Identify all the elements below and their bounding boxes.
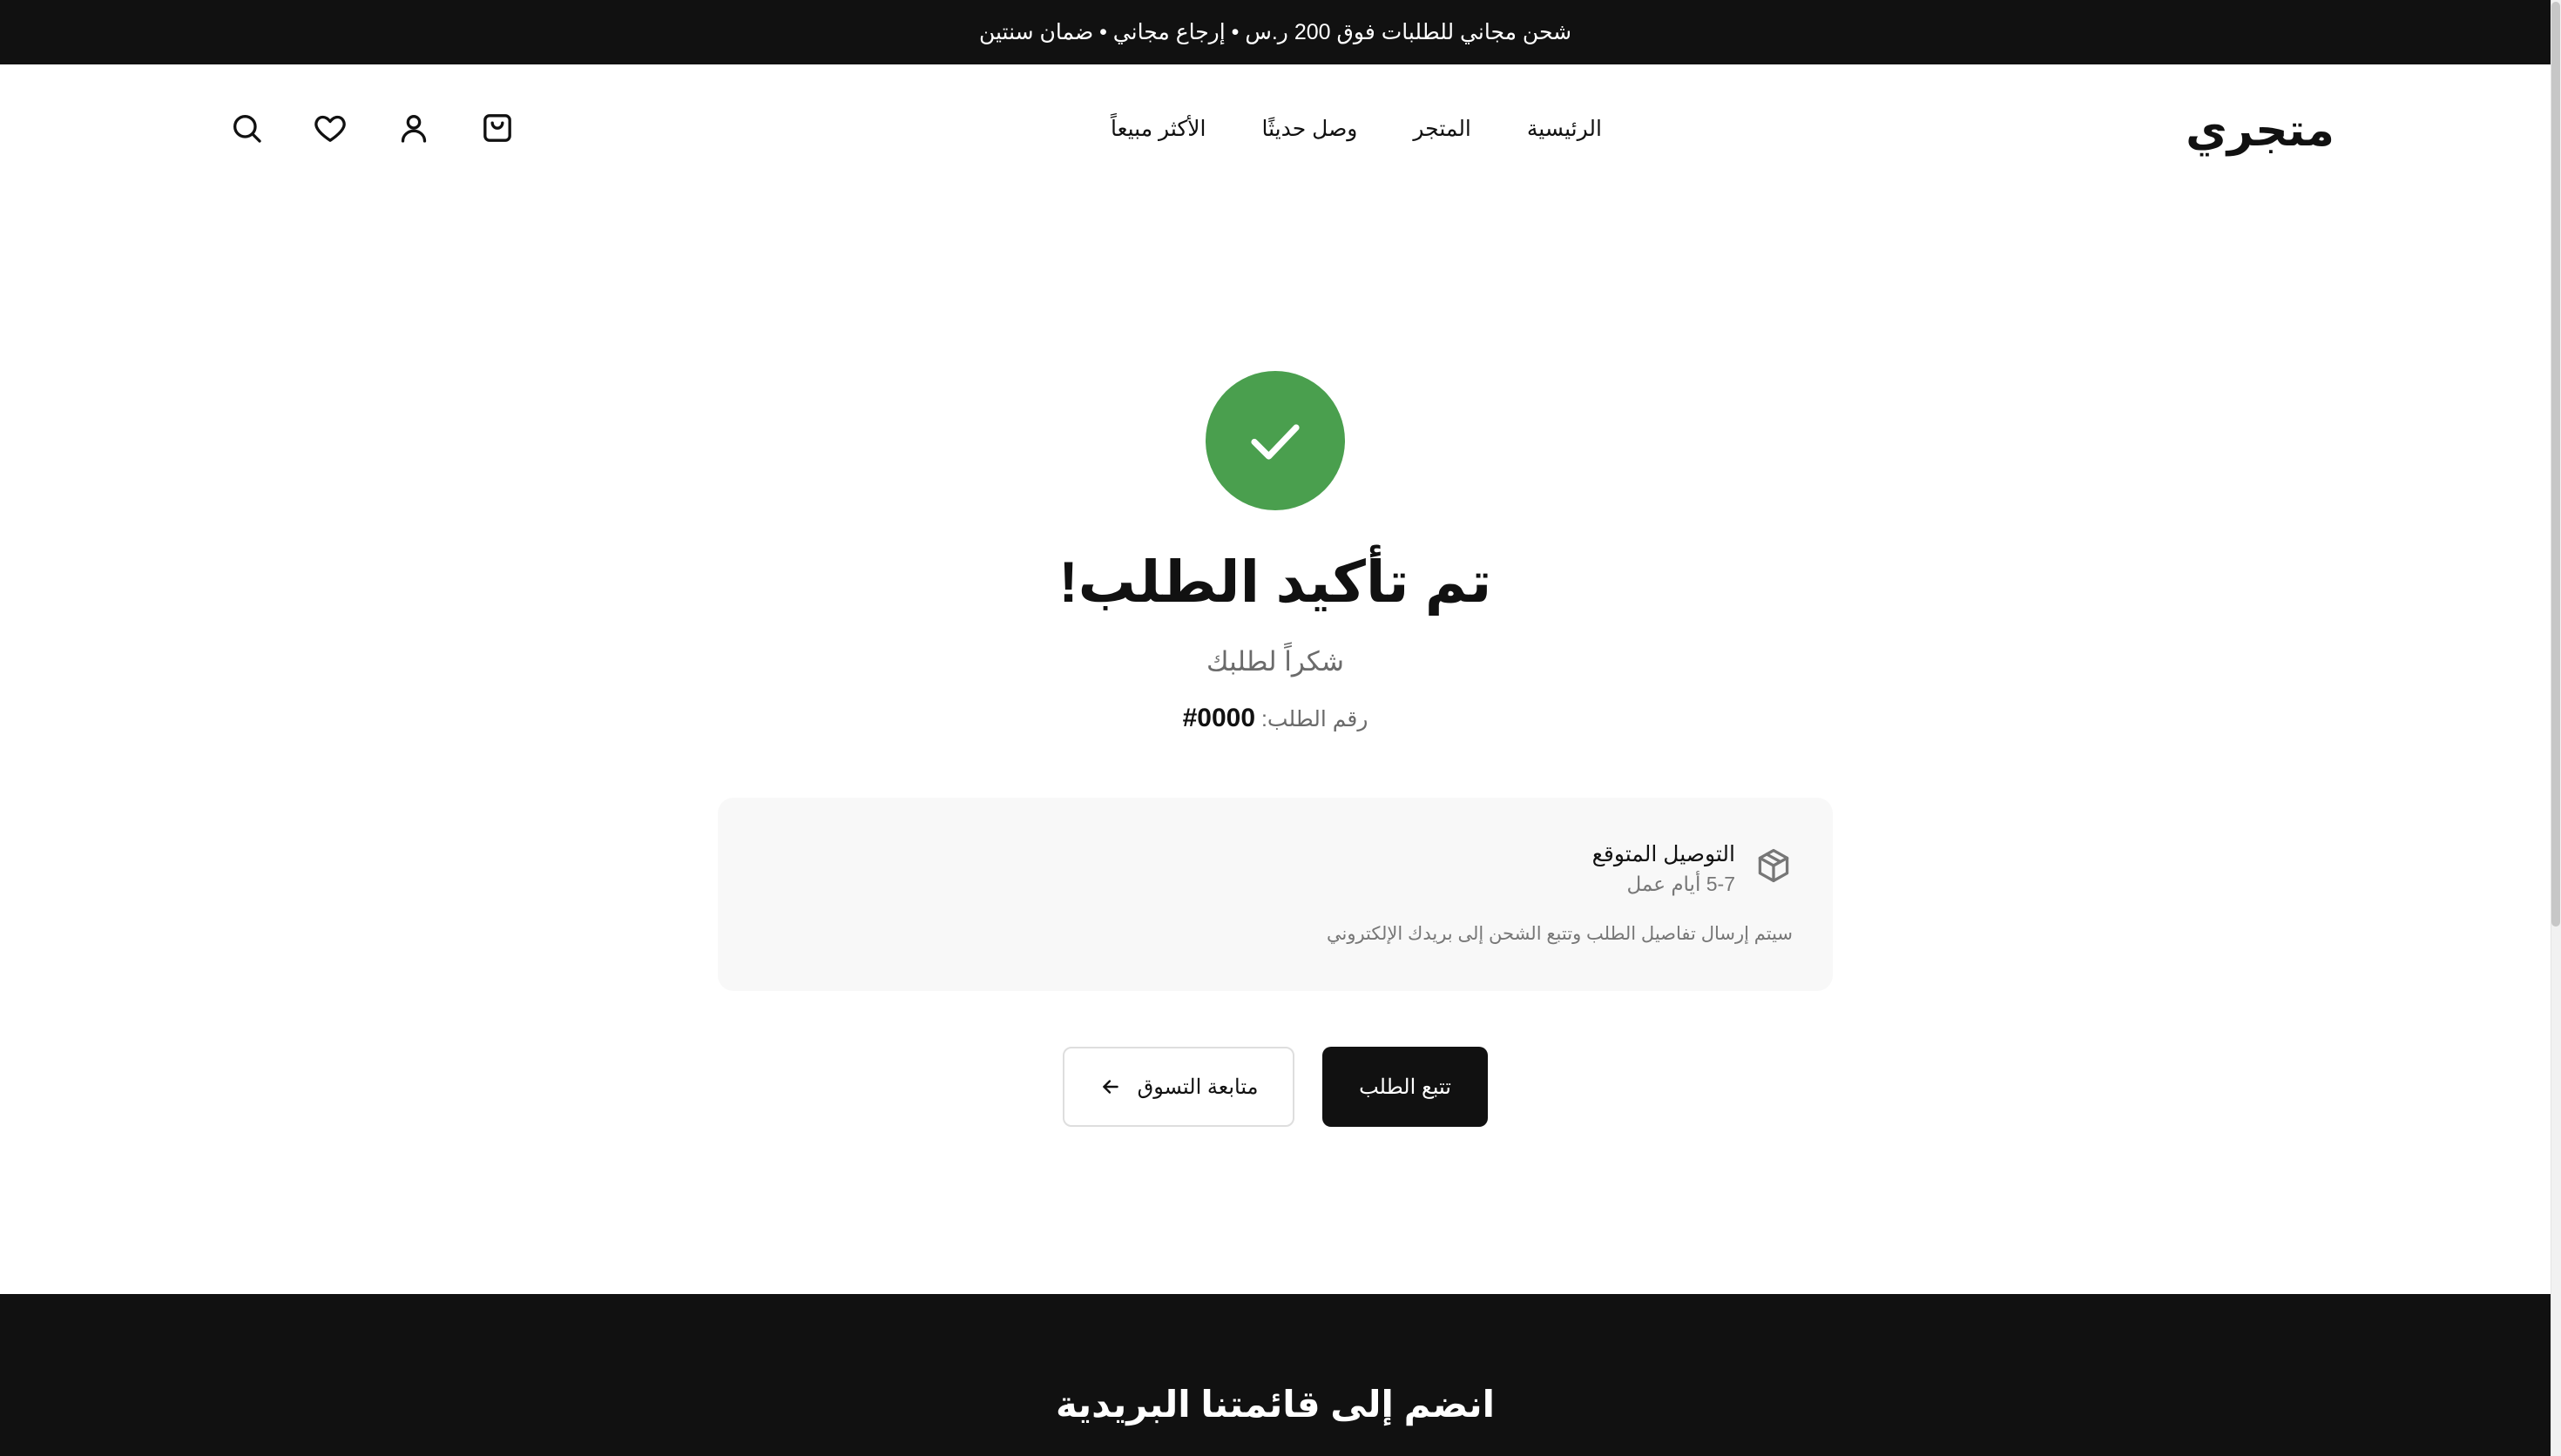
delivery-card: التوصيل المتوقع 5-7 أيام عمل سيتم إرسال … xyxy=(718,798,1833,991)
continue-shopping-button[interactable]: متابعة التسوق xyxy=(1063,1047,1294,1127)
delivery-days: 5-7 أيام عمل xyxy=(1626,873,1735,895)
page-title: تم تأكيد الطلب! xyxy=(1058,549,1492,614)
success-badge xyxy=(1206,371,1345,510)
user-icon[interactable] xyxy=(395,110,432,146)
nav-item-shop[interactable]: المتجر xyxy=(1413,118,1471,140)
order-number-line: رقم الطلب: #0000 xyxy=(0,704,2551,733)
main-nav: الرئيسية المتجر وصل حديثًا الأكثر مبيعاً xyxy=(1111,118,1602,140)
arrow-left-icon xyxy=(1102,1080,1118,1094)
order-number-label: رقم الطلب: xyxy=(1260,707,1368,731)
newsletter-title: انضم إلى قائمتنا البريدية xyxy=(1055,1384,1496,1425)
nav-item-home[interactable]: الرئيسية xyxy=(1527,118,1602,140)
order-number: #0000 xyxy=(1182,704,1256,732)
page-scrollbar[interactable] xyxy=(2551,0,2561,1456)
nav-item-new-arrivals[interactable]: وصل حديثًا xyxy=(1262,118,1358,140)
scrollbar-thumb[interactable] xyxy=(2551,2,2560,927)
site-header: متجري الرئيسية المتجر وصل حديثًا الأكثر … xyxy=(0,64,2551,204)
package-icon xyxy=(1758,848,1789,883)
delivery-title: التوصيل المتوقع xyxy=(1591,842,1735,866)
header-icons xyxy=(228,110,516,146)
content-area: شحن مجاني للطلبات فوق 200 ر.س • إرجاع مج… xyxy=(0,0,2551,1456)
nav-item-best-sellers[interactable]: الأكثر مبيعاً xyxy=(1111,118,1206,140)
search-icon[interactable] xyxy=(228,110,265,146)
page: شحن مجاني للطلبات فوق 200 ر.س • إرجاع مج… xyxy=(0,0,2561,1456)
track-order-button[interactable]: تتبع الطلب xyxy=(1322,1047,1488,1127)
store-logo[interactable]: متجري xyxy=(2186,108,2335,153)
shopping-bag-icon[interactable] xyxy=(479,110,516,146)
heart-icon[interactable] xyxy=(312,110,348,146)
checkmark-icon xyxy=(1251,424,1300,460)
thank-you-text: شكراً لطلبك xyxy=(1206,646,1345,677)
delivery-note: سيتم إرسال تفاصيل الطلب وتتبع الشحن إلى … xyxy=(1326,924,1793,944)
site-footer: انضم إلى قائمتنا البريدية xyxy=(0,1294,2551,1456)
continue-shopping-label: متابعة التسوق xyxy=(1137,1075,1259,1099)
announcement-text: شحن مجاني للطلبات فوق 200 ر.س • إرجاع مج… xyxy=(978,20,1572,44)
announcement-bar: شحن مجاني للطلبات فوق 200 ر.س • إرجاع مج… xyxy=(0,0,2551,64)
